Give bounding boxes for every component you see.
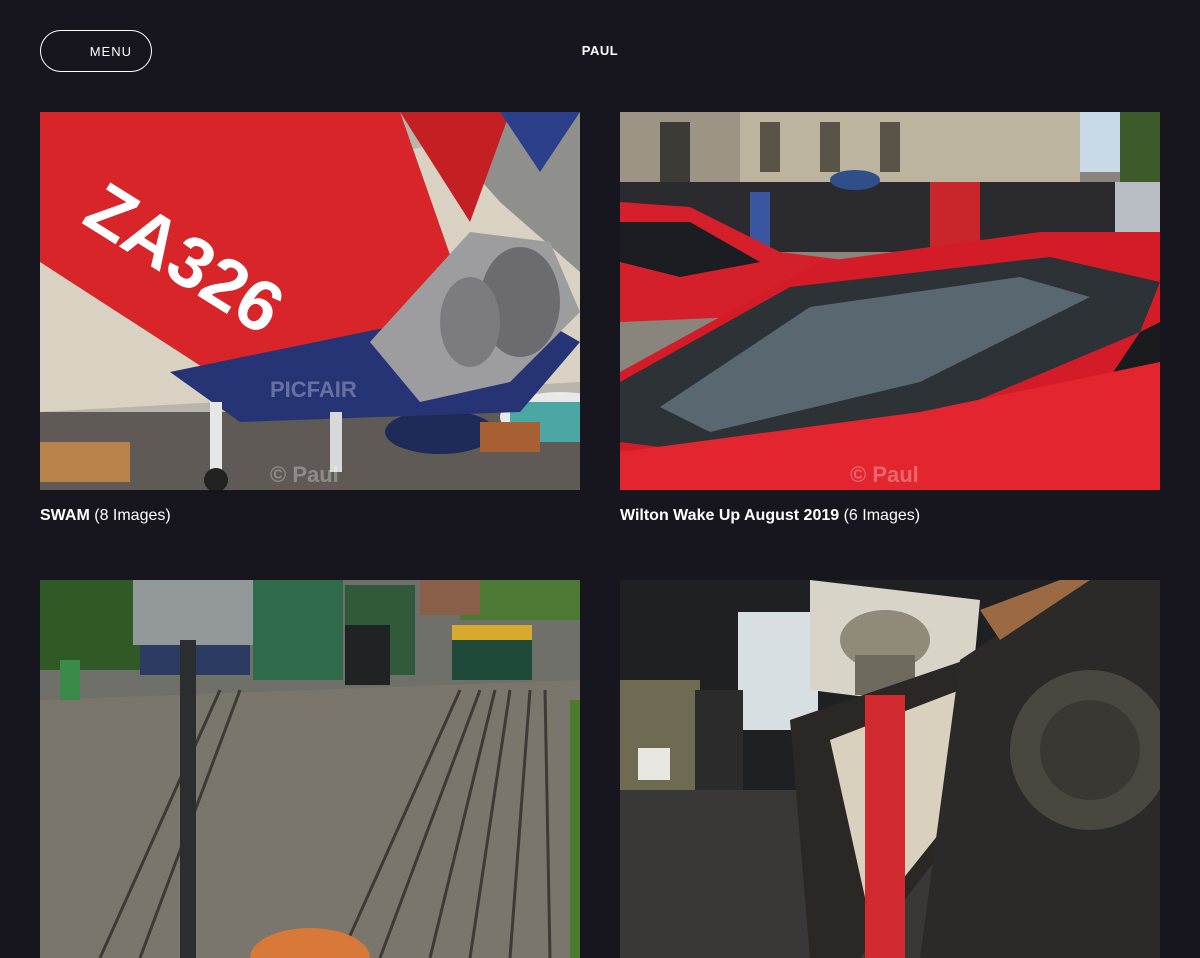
album-count: (6 Images) xyxy=(843,507,921,524)
watermark: © Paul xyxy=(850,462,919,487)
album-caption[interactable]: Wilton Wake Up August 2019 (6 Images) xyxy=(620,506,1160,526)
album-thumbnail[interactable]: © Paul xyxy=(620,112,1160,490)
album-card-tank[interactable] xyxy=(620,580,1160,958)
album-grid: ZA326 PICFAIR © Paul SWAM (8 Images) © P… xyxy=(40,112,1160,958)
site-header: MENU PAUL xyxy=(0,0,1200,100)
album-title: Wilton Wake Up August 2019 xyxy=(620,507,840,524)
watermark: © Paul xyxy=(270,462,339,487)
album-card-railway[interactable] xyxy=(40,580,580,958)
album-card-swam[interactable]: ZA326 PICFAIR © Paul SWAM (8 Images) xyxy=(40,112,580,526)
watermark-brand: PICFAIR xyxy=(270,377,357,402)
album-thumbnail[interactable] xyxy=(40,580,580,958)
album-thumbnail[interactable] xyxy=(620,580,1160,958)
album-count: (8 Images) xyxy=(94,507,171,524)
album-title: SWAM xyxy=(40,507,90,524)
car-photo xyxy=(620,112,1160,490)
album-caption[interactable]: SWAM (8 Images) xyxy=(40,506,580,526)
site-title[interactable]: PAUL xyxy=(0,43,1200,58)
aircraft-photo: ZA326 xyxy=(40,112,580,490)
railway-photo xyxy=(40,580,580,958)
album-card-wilton[interactable]: © Paul Wilton Wake Up August 2019 (6 Ima… xyxy=(620,112,1160,526)
album-thumbnail[interactable]: ZA326 PICFAIR © Paul xyxy=(40,112,580,490)
tank-photo xyxy=(620,580,1160,958)
